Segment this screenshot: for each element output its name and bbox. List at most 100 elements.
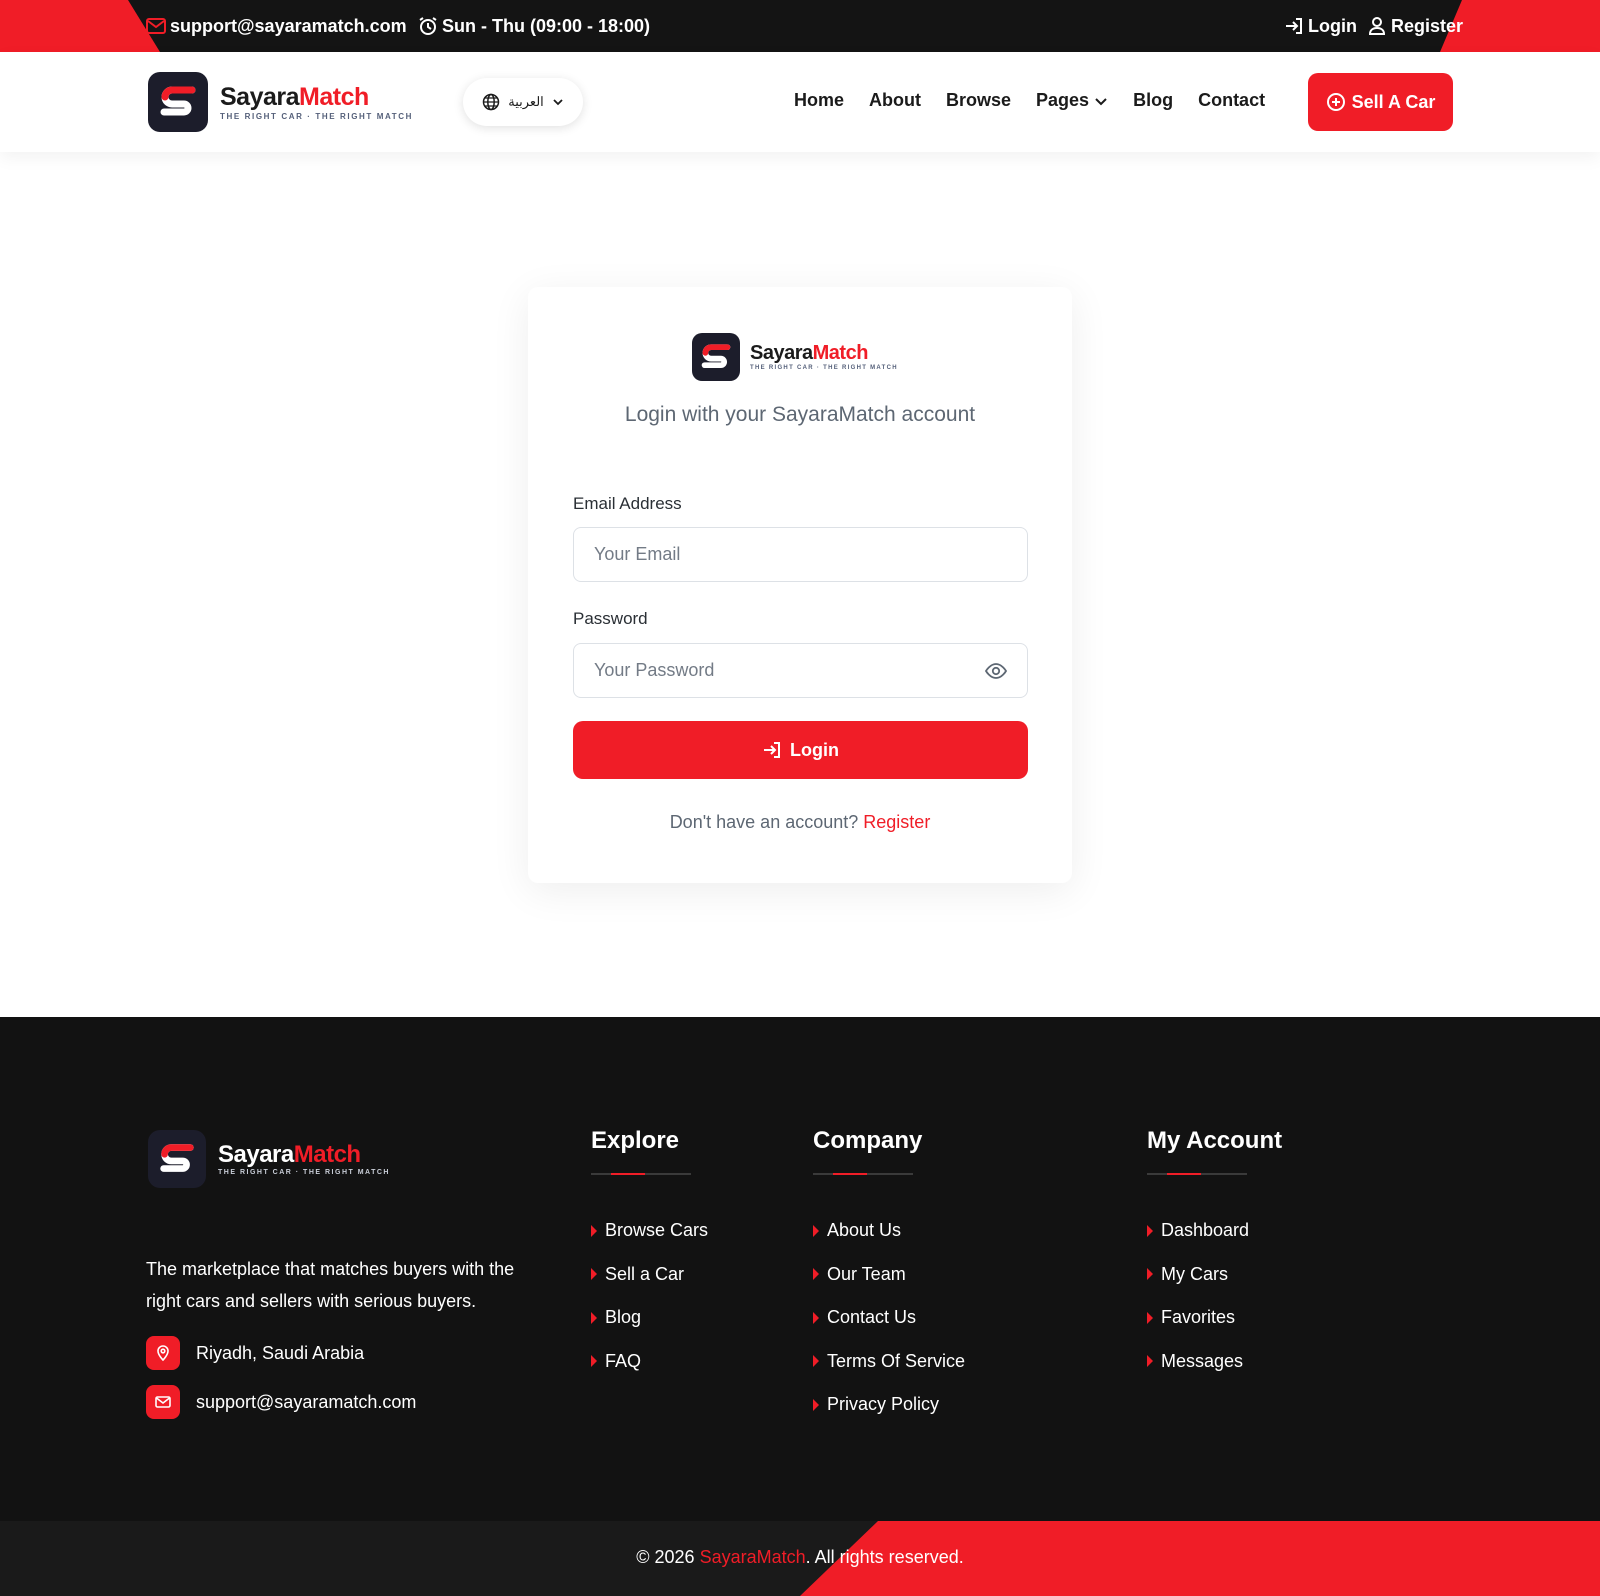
- logo-wordmark: SayaraMatch: [220, 82, 369, 111]
- login-submit-button[interactable]: Login: [573, 721, 1028, 779]
- email-label: Email Address: [573, 494, 682, 513]
- footer-link-about-us[interactable]: About Us: [813, 1209, 965, 1253]
- top-bar-accent-left: [0, 0, 160, 52]
- logo-mark: [148, 1130, 206, 1188]
- caret-right-icon: [1147, 1268, 1153, 1281]
- footer-link-blog[interactable]: Blog: [591, 1296, 708, 1340]
- caret-right-icon: [591, 1268, 597, 1281]
- logo-tagline: THE RIGHT CAR · THE RIGHT MATCH: [750, 365, 898, 371]
- caret-right-icon: [813, 1398, 819, 1411]
- register-prompt-text: Don't have an account?: [669, 812, 859, 832]
- footer-link-privacy[interactable]: Privacy Policy: [813, 1383, 965, 1427]
- copyright-bar: © 2026 SayaraMatch. All rights reserved.: [0, 1521, 1600, 1596]
- title-underline: [813, 1173, 913, 1175]
- map-pin-icon: [146, 1336, 180, 1370]
- logo-s-icon: [160, 86, 196, 116]
- login-subtitle: Login with your SayaraMatch account: [624, 403, 976, 426]
- login-card: SayaraMatch THE RIGHT CAR · THE RIGHT MA…: [528, 287, 1072, 883]
- topbar-register-label: Register: [1391, 15, 1464, 36]
- register-prompt: Don't have an account? Register: [528, 812, 1072, 833]
- caret-right-icon: [591, 1224, 597, 1237]
- nav-browse[interactable]: Browse: [946, 90, 1011, 111]
- caret-right-icon: [1147, 1311, 1153, 1324]
- logo-wordmark: SayaraMatch: [218, 1140, 361, 1168]
- caret-right-icon: [1147, 1355, 1153, 1368]
- footer-description: The marketplace that matches buyers with…: [146, 1259, 515, 1311]
- footer-logo[interactable]: SayaraMatch THE RIGHT CAR · THE RIGHT MA…: [148, 1130, 390, 1188]
- footer-location: Riyadh, Saudi Arabia: [146, 1336, 364, 1370]
- logo-s-icon: [160, 1144, 194, 1172]
- footer-link-dashboard[interactable]: Dashboard: [1147, 1209, 1282, 1253]
- nav-pages-label: Pages: [1036, 90, 1090, 110]
- footer-column-title: My Account: [1147, 1127, 1283, 1154]
- register-link[interactable]: Register: [863, 812, 930, 832]
- nav-contact[interactable]: Contact: [1198, 90, 1265, 111]
- copyright-text: © 2026 SayaraMatch. All rights reserved.: [636, 1547, 964, 1567]
- logo-mark: [692, 333, 740, 381]
- title-underline: [591, 1173, 691, 1175]
- login-icon: [764, 742, 780, 758]
- topbar-login-label: Login: [1308, 15, 1357, 36]
- caret-right-icon: [591, 1355, 597, 1368]
- language-switcher[interactable]: العربية: [463, 78, 583, 126]
- site-logo[interactable]: SayaraMatch THE RIGHT CAR · THE RIGHT MA…: [148, 72, 413, 132]
- footer-email[interactable]: support@sayaramatch.com: [146, 1385, 416, 1419]
- copyright-brand[interactable]: SayaraMatch: [700, 1547, 806, 1567]
- topbar-register-link[interactable]: Register: [1367, 14, 1463, 38]
- footer-column-title: Explore: [591, 1127, 680, 1154]
- email-input[interactable]: [573, 527, 1028, 582]
- logo-tagline: THE RIGHT CAR · THE RIGHT MATCH: [220, 111, 413, 121]
- top-bar: support@sayaramatch.com Sun - Thu (09:00…: [0, 0, 1600, 52]
- password-input[interactable]: [573, 643, 1028, 698]
- footer-link-terms[interactable]: Terms Of Service: [813, 1340, 965, 1384]
- plus-circle-icon: [1326, 93, 1345, 111]
- chevron-down-icon: [1095, 97, 1107, 105]
- footer-column-my-account: My Account Dashboard My Cars Favorites M…: [1147, 1127, 1282, 1383]
- footer-column-company: Company About Us Our Team Contact Us Ter…: [813, 1127, 965, 1427]
- nav-home[interactable]: Home: [794, 90, 844, 111]
- topbar-email[interactable]: support@sayaramatch.com: [146, 14, 407, 38]
- sell-a-car-label: Sell A Car: [1351, 91, 1436, 112]
- logo-tagline: THE RIGHT CAR · THE RIGHT MATCH: [218, 1168, 390, 1176]
- footer-link-favorites[interactable]: Favorites: [1147, 1296, 1282, 1340]
- topbar-hours: Sun - Thu (09:00 - 18:00): [418, 14, 650, 38]
- footer-link-sell-a-car[interactable]: Sell a Car: [591, 1253, 708, 1297]
- footer-link-our-team[interactable]: Our Team: [813, 1253, 965, 1297]
- alarm-clock-icon: [419, 17, 437, 35]
- globe-icon: [482, 93, 500, 111]
- card-logo: SayaraMatch THE RIGHT CAR · THE RIGHT MA…: [692, 333, 898, 381]
- caret-right-icon: [1147, 1224, 1153, 1237]
- footer-link-my-cars[interactable]: My Cars: [1147, 1253, 1282, 1297]
- caret-right-icon: [813, 1268, 819, 1281]
- footer-link-faq[interactable]: FAQ: [591, 1340, 708, 1384]
- logo-wordmark: SayaraMatch: [750, 342, 868, 364]
- top-bar-accent-right: [1440, 0, 1600, 52]
- logo-s-icon: [701, 344, 731, 369]
- nav-about[interactable]: About: [869, 90, 921, 111]
- caret-right-icon: [813, 1224, 819, 1237]
- sell-a-car-button[interactable]: Sell A Car: [1308, 73, 1453, 131]
- topbar-login-link[interactable]: Login: [1284, 14, 1357, 38]
- eye-icon[interactable]: [984, 659, 1008, 683]
- footer-link-contact-us[interactable]: Contact Us: [813, 1296, 965, 1340]
- user-icon: [1368, 17, 1386, 35]
- envelope-icon: [146, 1385, 180, 1419]
- login-submit-label: Login: [790, 739, 839, 760]
- footer-link-browse-cars[interactable]: Browse Cars: [591, 1209, 708, 1253]
- login-icon: [1286, 18, 1302, 34]
- main-nav: Home About Browse Pages Blog Contact: [794, 90, 1265, 111]
- caret-right-icon: [813, 1311, 819, 1324]
- nav-pages[interactable]: Pages: [1036, 90, 1108, 111]
- title-underline: [1147, 1173, 1247, 1175]
- main-header: SayaraMatch THE RIGHT CAR · THE RIGHT MA…: [0, 52, 1600, 152]
- footer-location-text: Riyadh, Saudi Arabia: [196, 1342, 365, 1363]
- logo-mark: [148, 72, 208, 132]
- caret-right-icon: [813, 1355, 819, 1368]
- password-label: Password: [573, 609, 648, 628]
- footer-email-text: support@sayaramatch.com: [196, 1391, 417, 1412]
- chevron-down-icon: [553, 99, 563, 106]
- caret-right-icon: [591, 1311, 597, 1324]
- nav-blog[interactable]: Blog: [1133, 90, 1173, 111]
- mail-icon: [146, 18, 166, 34]
- footer-link-messages[interactable]: Messages: [1147, 1340, 1282, 1384]
